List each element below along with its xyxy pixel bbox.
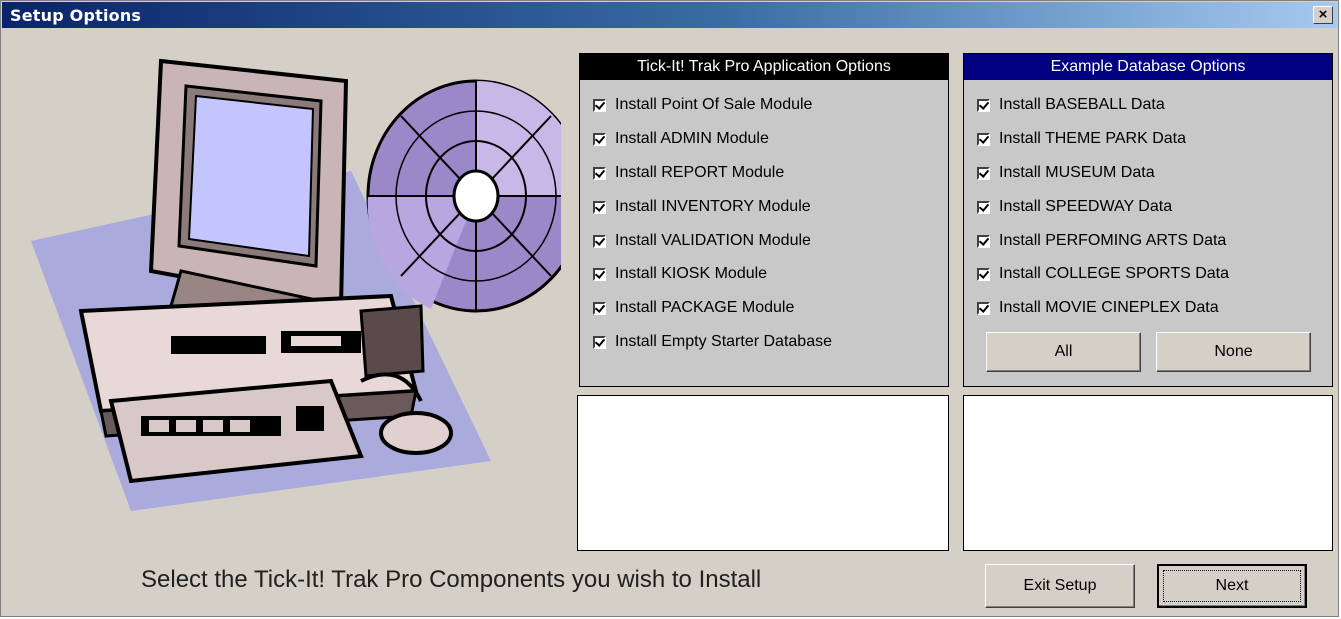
option-museum-data[interactable]: Install MUSEUM Data <box>977 162 1155 184</box>
option-label: Install INVENTORY Module <box>615 198 811 215</box>
close-icon: × <box>1318 6 1328 23</box>
option-label: Install SPEEDWAY Data <box>999 198 1173 215</box>
option-empty-starter-db[interactable]: Install Empty Starter Database <box>593 331 832 353</box>
db-options-group: Example Database Options Install BASEBAL… <box>963 53 1333 387</box>
checkbox-checked[interactable] <box>593 132 606 146</box>
monitor-icon <box>148 58 349 333</box>
window-title: Setup Options <box>10 6 142 25</box>
db-options-header: Example Database Options <box>964 54 1332 80</box>
checkbox-checked[interactable] <box>593 301 606 315</box>
checkbox-checked[interactable] <box>593 166 606 180</box>
checkbox-checked[interactable] <box>593 335 606 349</box>
option-report[interactable]: Install REPORT Module <box>593 162 784 184</box>
next-button[interactable]: Next <box>1157 564 1307 608</box>
checkbox-checked[interactable] <box>977 267 990 281</box>
checkbox-checked[interactable] <box>593 98 606 112</box>
focus-rectangle <box>1163 570 1301 602</box>
checkbox-checked[interactable] <box>593 200 606 214</box>
option-movie-cineplex-data[interactable]: Install MOVIE CINEPLEX Data <box>977 297 1219 319</box>
computer-with-cd-illustration <box>31 58 561 511</box>
select-all-button[interactable]: All <box>986 332 1141 372</box>
option-label: Install KIOSK Module <box>615 265 768 282</box>
option-label: Install MUSEUM Data <box>999 164 1155 181</box>
option-package[interactable]: Install PACKAGE Module <box>593 297 794 319</box>
option-label: Install PACKAGE Module <box>615 299 795 316</box>
option-label: Install THEME PARK Data <box>999 130 1187 147</box>
option-admin[interactable]: Install ADMIN Module <box>593 128 769 150</box>
option-baseball-data[interactable]: Install BASEBALL Data <box>977 94 1165 116</box>
checkbox-checked[interactable] <box>593 234 606 248</box>
app-options-group: Tick-It! Trak Pro Application Options In… <box>579 53 949 387</box>
option-point-of-sale[interactable]: Install Point Of Sale Module <box>593 94 812 116</box>
exit-setup-button[interactable]: Exit Setup <box>985 564 1135 608</box>
title-bar[interactable]: Setup Options × <box>2 2 1337 28</box>
option-label: Install ADMIN Module <box>615 130 769 147</box>
option-label: Install Empty Starter Database <box>615 333 832 350</box>
option-label: Install PERFOMING ARTS Data <box>999 232 1227 249</box>
option-label: Install BASEBALL Data <box>999 96 1165 113</box>
checkbox-checked[interactable] <box>977 234 990 248</box>
button-label: Exit Setup <box>1023 577 1097 594</box>
select-none-button[interactable]: None <box>1156 332 1311 372</box>
button-label: None <box>1214 343 1253 360</box>
instruction-text: Select the Tick-It! Trak Pro Components … <box>141 566 762 593</box>
option-validation[interactable]: Install VALIDATION Module <box>593 230 811 252</box>
option-inventory[interactable]: Install INVENTORY Module <box>593 196 811 218</box>
checkbox-checked[interactable] <box>977 301 990 315</box>
option-label: Install MOVIE CINEPLEX Data <box>999 299 1219 316</box>
db-description-panel <box>963 395 1333 551</box>
option-theme-park-data[interactable]: Install THEME PARK Data <box>977 128 1186 150</box>
option-label: Install COLLEGE SPORTS Data <box>999 265 1230 282</box>
app-description-panel <box>577 395 949 551</box>
checkbox-checked[interactable] <box>977 132 990 146</box>
setup-options-window: Setup Options × Tick-It! Trak Pro Applic… <box>0 0 1339 617</box>
cd-disc-icon <box>366 79 561 313</box>
checkbox-checked[interactable] <box>593 267 606 281</box>
option-label: Install REPORT Module <box>615 164 785 181</box>
checkbox-checked[interactable] <box>977 98 990 112</box>
app-options-header: Tick-It! Trak Pro Application Options <box>580 54 948 80</box>
option-speedway-data[interactable]: Install SPEEDWAY Data <box>977 196 1172 218</box>
option-kiosk[interactable]: Install KIOSK Module <box>593 263 767 285</box>
close-button[interactable]: × <box>1313 6 1333 24</box>
button-label: All <box>1054 343 1073 360</box>
option-college-sports-data[interactable]: Install COLLEGE SPORTS Data <box>977 263 1229 285</box>
checkbox-checked[interactable] <box>977 200 990 214</box>
checkbox-checked[interactable] <box>977 166 990 180</box>
option-label: Install Point Of Sale Module <box>615 96 813 113</box>
option-performing-arts-data[interactable]: Install PERFOMING ARTS Data <box>977 230 1226 252</box>
option-label: Install VALIDATION Module <box>615 232 811 249</box>
